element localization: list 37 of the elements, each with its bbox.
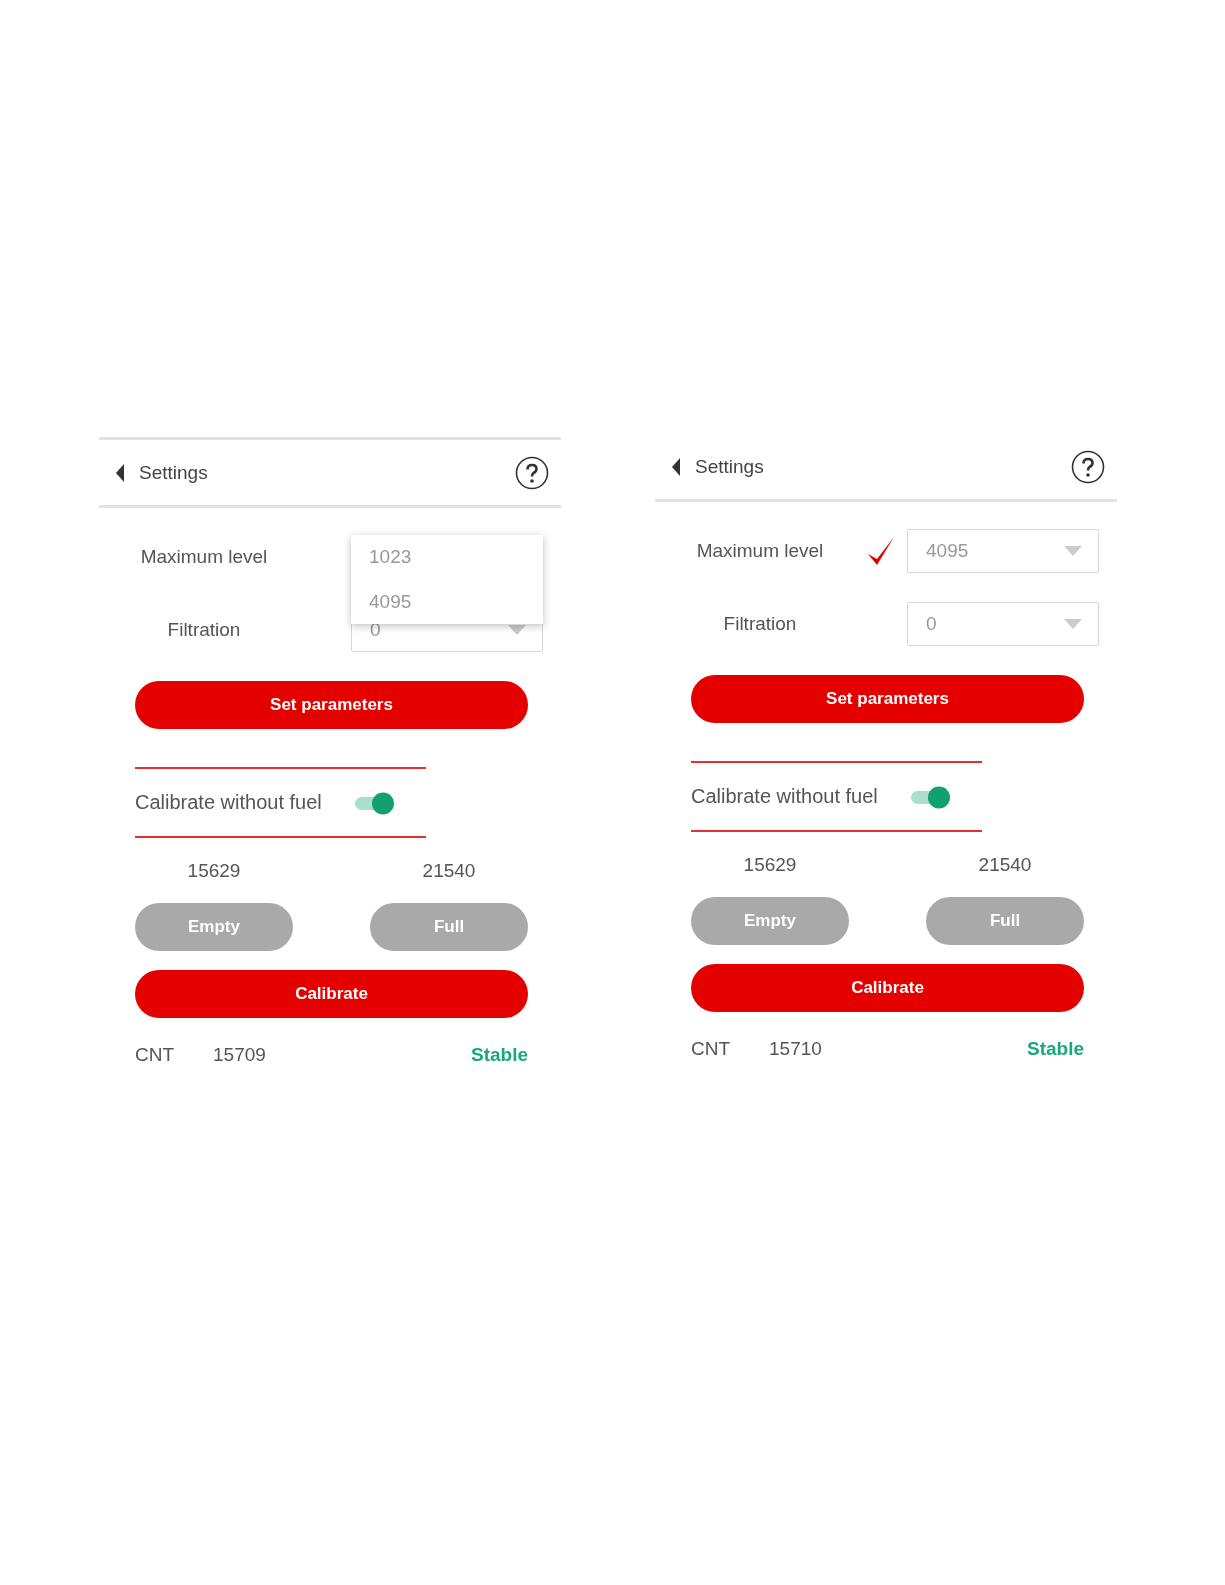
caret-icon <box>1064 619 1082 629</box>
back-icon[interactable] <box>671 456 681 477</box>
help-icon[interactable] <box>515 455 549 490</box>
status-label: CNT <box>135 1044 176 1066</box>
toggle-label: Calibrate without fuel <box>691 785 878 808</box>
field-label: Maximum level <box>140 546 268 568</box>
count-value: 15709 <box>213 1044 266 1066</box>
reading-value: 15629 <box>742 854 798 876</box>
reading-value: 21540 <box>421 860 477 882</box>
status-state: Stable <box>470 1044 528 1066</box>
back-icon[interactable] <box>115 462 125 483</box>
calibration-point-button[interactable]: Empty <box>135 903 293 951</box>
reading-value: 15629 <box>186 860 242 882</box>
field-label: Filtration <box>167 619 241 641</box>
reading-value: 21540 <box>977 854 1033 876</box>
calibration-point-button[interactable]: Empty <box>691 897 849 945</box>
dropdown-field[interactable]: 0 <box>907 602 1099 646</box>
set-parameters-button[interactable]: Set parameters <box>135 681 528 729</box>
header-title: Settings <box>695 455 765 478</box>
calibration-point-button[interactable]: Full <box>370 903 528 951</box>
calibrate-button[interactable]: Calibrate <box>691 964 1084 1012</box>
menu-option[interactable]: 1023 <box>369 546 412 569</box>
toggle-switch[interactable] <box>353 790 396 815</box>
count-value: 15710 <box>769 1038 822 1060</box>
toggle-label: Calibrate without fuel <box>135 791 322 814</box>
caret-icon <box>1064 546 1082 556</box>
calibration-point-button[interactable]: Full <box>926 897 1084 945</box>
toggle-switch[interactable] <box>909 784 952 809</box>
status-state: Stable <box>1026 1038 1084 1060</box>
dropdown-field[interactable]: 4095 <box>907 529 1099 573</box>
help-icon[interactable] <box>1071 449 1105 484</box>
field-label: Filtration <box>723 613 797 635</box>
calibrate-button[interactable]: Calibrate <box>135 970 528 1018</box>
status-label: CNT <box>691 1038 732 1060</box>
field-label: Maximum level <box>696 540 824 562</box>
header-title: Settings <box>139 461 209 484</box>
set-parameters-button[interactable]: Set parameters <box>691 675 1084 723</box>
